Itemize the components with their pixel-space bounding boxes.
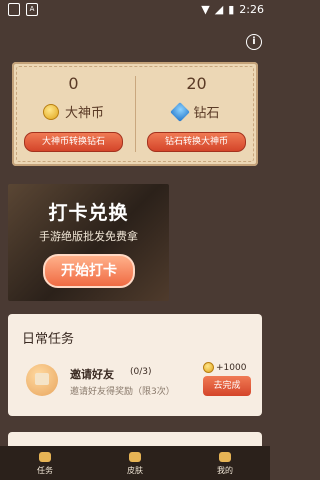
checkin-subtitle: 手游绝版批发免费拿 bbox=[39, 230, 138, 243]
currency-panel: 0 大神币 大神币转换钻石 20 钻石 钻石转换大神币 bbox=[12, 62, 258, 166]
nav-tasks[interactable]: 任务 bbox=[0, 446, 90, 480]
task-reward-value: +1000 bbox=[216, 362, 247, 373]
convert-coin-to-diamond-button[interactable]: 大神币转换钻石 bbox=[24, 132, 123, 152]
coin-icon bbox=[203, 362, 214, 373]
signal-icon: ◢ bbox=[214, 3, 224, 16]
nav-skins-label: 皮肤 bbox=[127, 466, 143, 475]
diamond-value: 20 bbox=[186, 74, 207, 93]
diamond-section: 20 钻石 钻石转换大神币 bbox=[135, 62, 258, 166]
battery-icon: ▮ bbox=[228, 3, 235, 16]
task-reward: +1000 bbox=[203, 362, 246, 373]
nav-skins[interactable]: 皮肤 bbox=[90, 446, 180, 480]
task-row: 邀请好友 (0/3) 邀请好友得奖励（限3次） +1000 去完成 bbox=[8, 360, 262, 410]
profile-icon bbox=[219, 452, 231, 462]
start-checkin-button[interactable]: 开始打卡 bbox=[43, 254, 135, 288]
coin-value: 0 bbox=[68, 74, 79, 93]
wifi-icon: ▼ bbox=[201, 3, 210, 16]
task-name: 邀请好友 bbox=[70, 368, 114, 381]
info-icon[interactable]: i bbox=[246, 34, 262, 50]
task-count: (0/3) bbox=[130, 367, 152, 377]
coin-icon bbox=[42, 103, 59, 120]
tasks-icon bbox=[39, 452, 51, 462]
next-panel bbox=[8, 432, 262, 446]
envelope-icon bbox=[26, 364, 58, 396]
checkin-title: 打卡兑换 bbox=[48, 202, 129, 224]
nav-mine[interactable]: 我的 bbox=[180, 446, 270, 480]
tasks-title: 日常任务 bbox=[22, 332, 75, 347]
go-complete-button[interactable]: 去完成 bbox=[203, 376, 251, 396]
task-description: 邀请好友得奖励（限3次） bbox=[70, 387, 175, 397]
status-bar: A ▼ ◢ ▮ 2:26 bbox=[0, 0, 270, 20]
coin-name: 大神币 bbox=[64, 106, 104, 121]
skins-icon bbox=[129, 452, 141, 462]
nav-mine-label: 我的 bbox=[217, 466, 233, 475]
coin-section: 0 大神币 大神币转换钻石 bbox=[12, 62, 135, 166]
nav-tasks-label: 任务 bbox=[37, 466, 53, 475]
diamond-name: 钻石 bbox=[193, 106, 220, 121]
status-time: 2:26 bbox=[239, 3, 264, 16]
notification-icon bbox=[8, 3, 20, 16]
bottom-navbar: 任务 皮肤 我的 bbox=[0, 446, 270, 480]
checkin-banner[interactable]: 打卡兑换 手游绝版批发免费拿 开始打卡 bbox=[8, 184, 169, 301]
diamond-icon bbox=[170, 101, 191, 122]
app-notification-icon: A bbox=[26, 3, 38, 16]
convert-diamond-to-coin-button[interactable]: 钻石转换大神币 bbox=[147, 132, 246, 152]
daily-tasks-panel: 日常任务 邀请好友 (0/3) 邀请好友得奖励（限3次） +1000 去完成 bbox=[8, 314, 262, 416]
